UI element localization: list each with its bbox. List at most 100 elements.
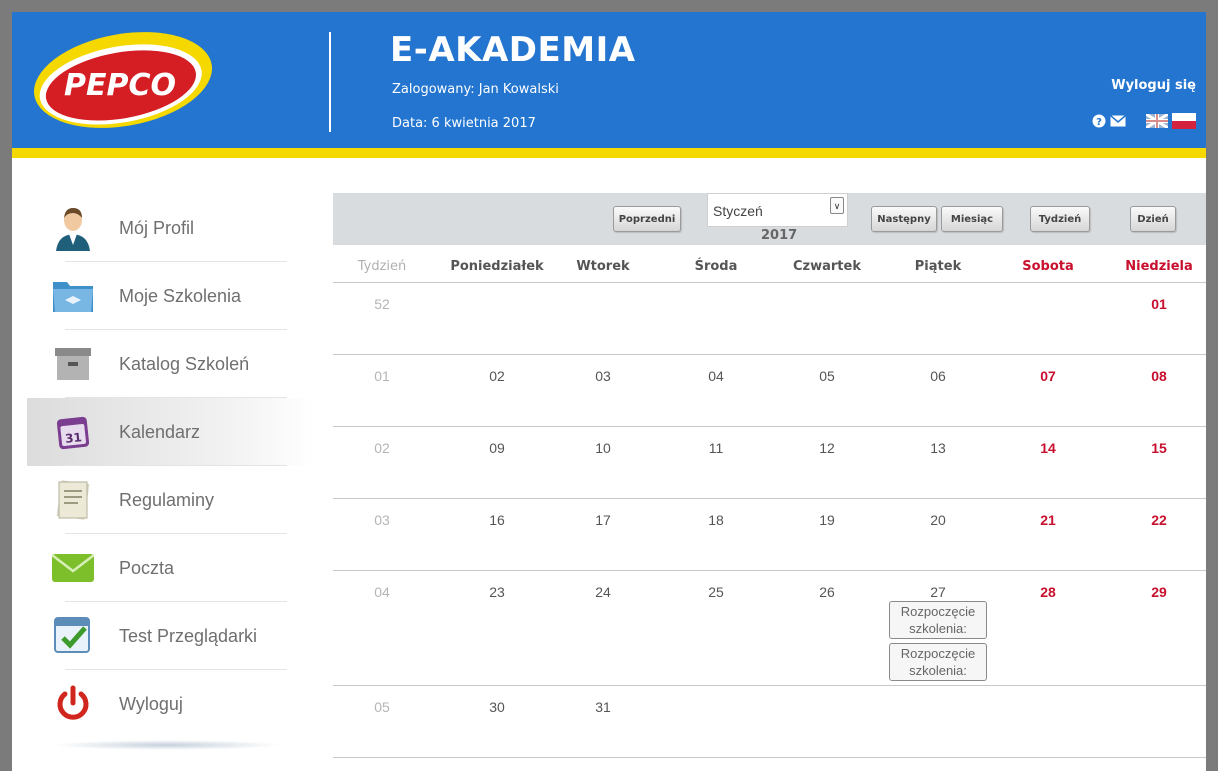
month-select[interactable]: Styczeń ∨ <box>707 193 848 227</box>
day-cell[interactable]: 22 <box>1151 512 1167 528</box>
day-cell[interactable]: 31 <box>595 699 611 715</box>
day-cell[interactable]: 08 <box>1151 368 1167 384</box>
week-row: 02 09 10 11 12 13 14 15 <box>333 427 1206 499</box>
header-sunday: Niedziela <box>1125 259 1193 274</box>
day-cell[interactable]: 01 <box>1151 296 1167 312</box>
sidebar-item-profile[interactable]: Mój Profil <box>27 194 315 262</box>
calendar-header: Tydzień Poniedziałek Wtorek Środa Czwart… <box>333 245 1206 283</box>
week-view-button[interactable]: Tydzień <box>1030 206 1090 232</box>
flag-pl-icon[interactable] <box>1172 113 1196 129</box>
sidebar-item-label: Kalendarz <box>119 421 201 442</box>
browser-check-icon <box>49 612 97 660</box>
mail-icon[interactable] <box>1110 115 1126 127</box>
sidebar-item-trainings[interactable]: Moje Szkolenia <box>27 262 315 330</box>
day-cell[interactable]: 11 <box>709 440 724 456</box>
sidebar-item-label: Moje Szkolenia <box>119 285 242 306</box>
header-monday: Poniedziałek <box>450 259 544 274</box>
header-icons: ? <box>1092 113 1196 129</box>
pepco-logo[interactable]: PEPCO <box>30 30 216 130</box>
envelope-icon <box>49 544 97 592</box>
day-cell[interactable]: 16 <box>489 512 505 528</box>
flag-uk-icon[interactable] <box>1146 114 1168 128</box>
sidebar-item-mail[interactable]: Poczta <box>27 534 315 602</box>
calendar-toolbar: Poprzedni Styczeń ∨ 2017 Następny Miesią… <box>333 193 1206 245</box>
day-cell[interactable]: 30 <box>489 699 505 715</box>
header-divider <box>329 32 331 132</box>
day-cell[interactable]: 09 <box>489 440 505 456</box>
calendar-weeks: 52 01 01 02 03 04 05 06 07 08 02 09 10 11 12 13 14 15 03 16… <box>333 283 1206 758</box>
day-cell[interactable]: 17 <box>595 512 611 528</box>
week-row: 52 01 <box>333 283 1206 355</box>
calendar: Poprzedni Styczeń ∨ 2017 Następny Miesią… <box>333 193 1206 758</box>
year-label: 2017 <box>761 228 798 243</box>
header-wednesday: Środa <box>694 259 738 274</box>
day-cell[interactable]: 23 <box>489 584 505 600</box>
logout-link[interactable]: Wyloguj się <box>1111 78 1196 93</box>
logo-text: PEPCO <box>64 68 176 103</box>
day-cell[interactable]: 24 <box>595 584 611 600</box>
sidebar-item-label: Regulaminy <box>119 489 215 510</box>
logged-in-user: Zalogowany: Jan Kowalski <box>392 82 559 97</box>
week-number: 52 <box>374 296 390 312</box>
day-cell[interactable]: 28 <box>1040 584 1056 600</box>
week-number: 02 <box>374 440 390 456</box>
chevron-down-icon[interactable]: ∨ <box>830 197 844 214</box>
sidebar-item-browser-test[interactable]: Test Przeglądarki <box>27 602 315 670</box>
calendar-icon: 31 <box>49 408 97 456</box>
header-week: Tydzień <box>357 259 407 274</box>
day-cell[interactable]: 21 <box>1040 512 1056 528</box>
day-cell[interactable]: 10 <box>595 440 611 456</box>
day-cell[interactable]: 06 <box>930 368 946 384</box>
day-cell[interactable]: 18 <box>708 512 724 528</box>
app-title: E-AKADEMIA <box>390 30 636 70</box>
svg-text:?: ? <box>1096 117 1102 128</box>
day-cell[interactable]: 29 <box>1151 584 1167 600</box>
day-cell[interactable]: 13 <box>930 440 946 456</box>
week-number: 01 <box>374 368 390 384</box>
sidebar-item-label: Katalog Szkoleń <box>119 353 250 374</box>
day-cell[interactable]: 04 <box>708 368 724 384</box>
svg-text:31: 31 <box>64 430 82 446</box>
day-cell[interactable]: 15 <box>1151 440 1167 456</box>
sidebar-item-label: Test Przeglądarki <box>119 625 258 646</box>
week-number: 04 <box>374 584 390 600</box>
day-cell[interactable]: 27 <box>930 584 946 600</box>
header-friday: Piątek <box>914 259 962 274</box>
archive-icon <box>49 340 97 388</box>
day-cell[interactable]: 05 <box>819 368 835 384</box>
calendar-event[interactable]: Rozpoczęcie szkolenia: <box>889 643 987 681</box>
day-cell[interactable]: 26 <box>819 584 835 600</box>
header-thursday: Czwartek <box>793 259 861 274</box>
profile-icon <box>49 204 97 252</box>
sidebar-item-catalog[interactable]: Katalog Szkoleń <box>27 330 315 398</box>
prev-button[interactable]: Poprzedni <box>613 206 681 232</box>
day-cell[interactable]: 25 <box>708 584 724 600</box>
document-icon <box>49 476 97 524</box>
day-cell[interactable]: 03 <box>595 368 611 384</box>
next-button[interactable]: Następny <box>871 206 937 232</box>
page: PEPCO E-AKADEMIA Zalogowany: Jan Kowalsk… <box>12 12 1206 771</box>
week-row: 05 30 31 <box>333 686 1206 758</box>
header: PEPCO E-AKADEMIA Zalogowany: Jan Kowalsk… <box>12 12 1206 148</box>
week-row: 01 02 03 04 05 06 07 08 <box>333 355 1206 427</box>
day-cell[interactable]: 07 <box>1040 368 1056 384</box>
calendar-event[interactable]: Rozpoczęcie szkolenia: <box>889 601 987 639</box>
help-icon[interactable]: ? <box>1092 114 1106 128</box>
week-number: 03 <box>374 512 390 528</box>
day-cell[interactable]: 12 <box>819 440 835 456</box>
sidebar: Mój Profil Moje Szkolenia Katalog Szkole… <box>27 194 315 738</box>
month-select-value: Styczeń <box>713 203 763 219</box>
day-cell[interactable]: 20 <box>930 512 946 528</box>
day-cell[interactable]: 19 <box>819 512 835 528</box>
day-view-button[interactable]: Dzień <box>1130 206 1176 232</box>
sidebar-item-regulations[interactable]: Regulaminy <box>27 466 315 534</box>
day-cell[interactable]: 02 <box>489 368 505 384</box>
month-view-button[interactable]: Miesiąc <box>941 206 1003 232</box>
current-date: Data: 6 kwietnia 2017 <box>392 116 536 131</box>
day-cell[interactable]: 14 <box>1040 440 1056 456</box>
sidebar-item-label: Wyloguj <box>119 693 183 714</box>
sidebar-item-logout[interactable]: Wyloguj <box>27 670 315 738</box>
sidebar-item-calendar[interactable]: 31 Kalendarz <box>27 398 315 466</box>
sidebar-item-label: Poczta <box>119 557 175 578</box>
week-row: 03 16 17 18 19 20 21 22 <box>333 499 1206 571</box>
